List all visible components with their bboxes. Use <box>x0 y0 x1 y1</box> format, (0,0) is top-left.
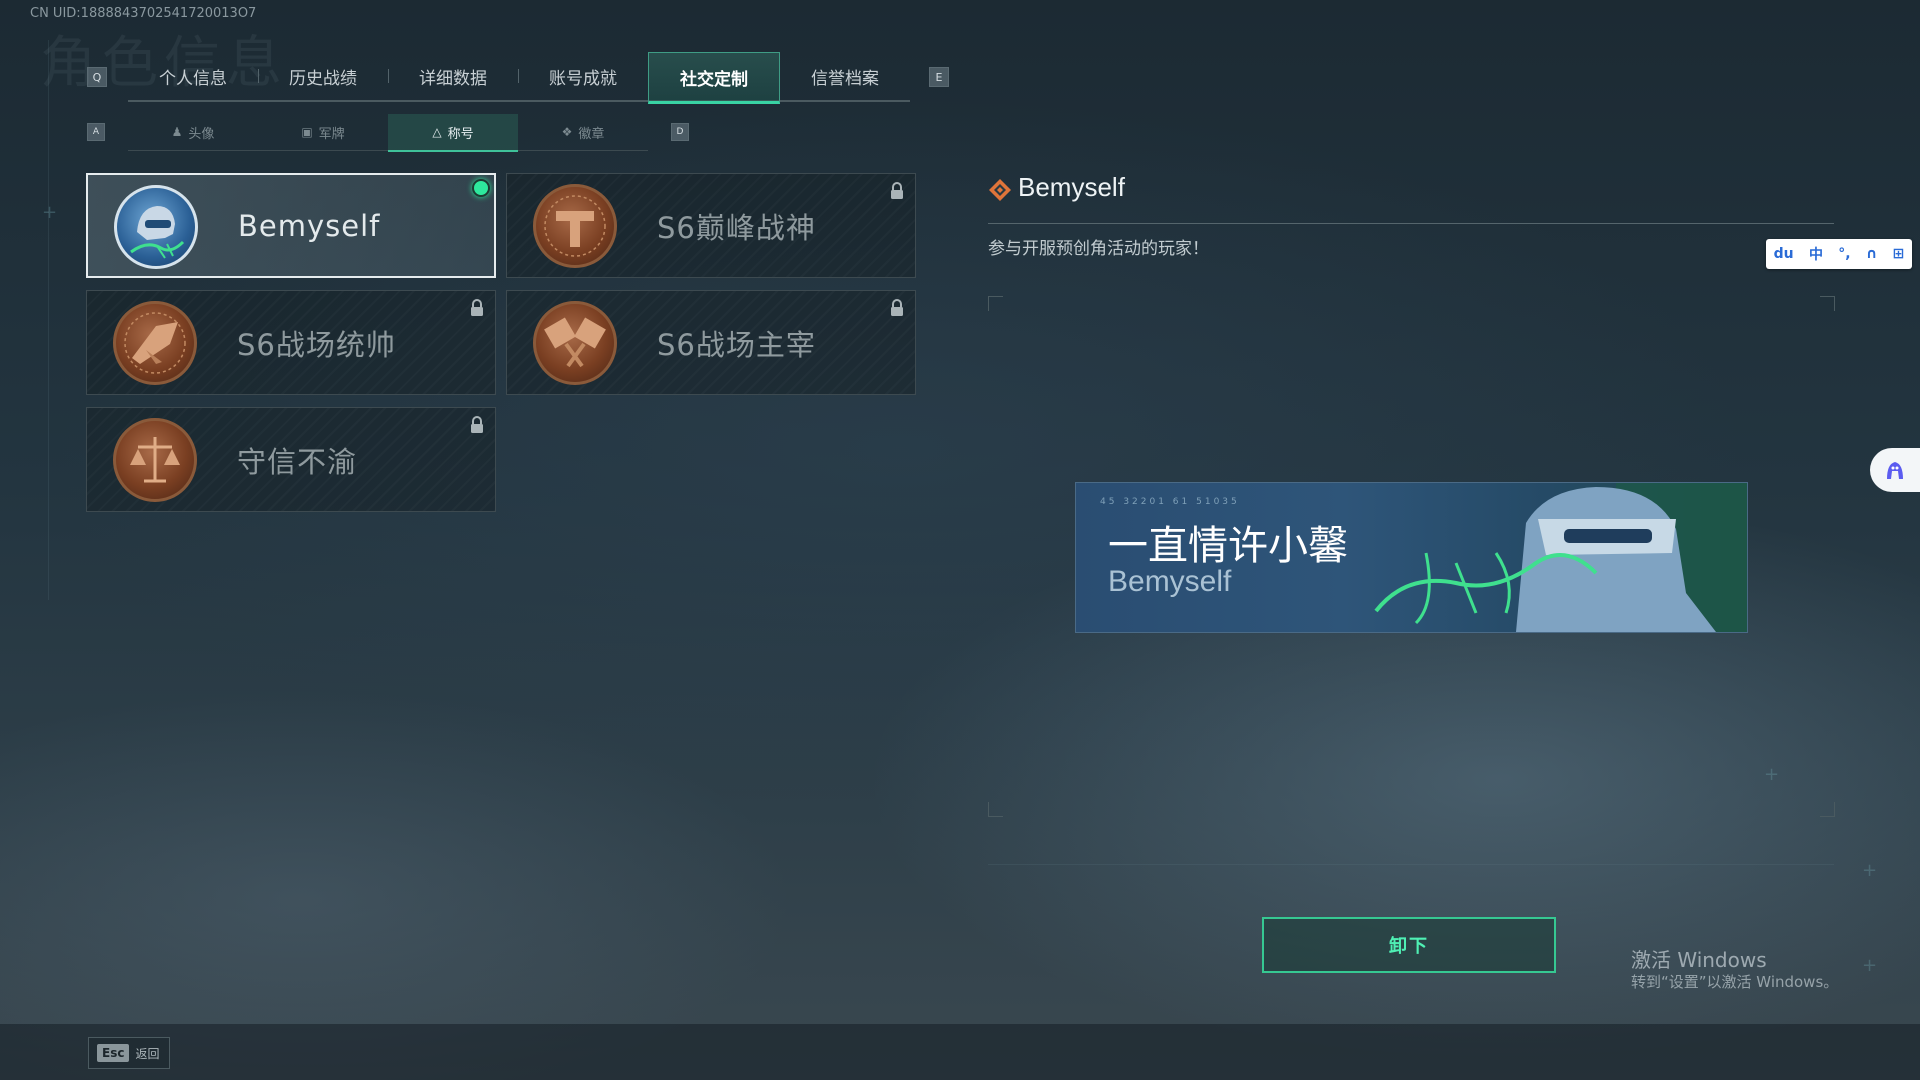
decor-plus: + <box>1862 860 1878 881</box>
assistant-icon <box>1887 462 1903 479</box>
title-banner-preview: 45 32201 61 51035 一直情许小馨 Bemyself <box>1075 482 1748 633</box>
lock-icon <box>471 416 483 433</box>
detail-description: 参与开服预创角活动的玩家！ <box>988 239 1209 259</box>
ime-logo-icon[interactable]: du <box>1774 246 1794 262</box>
tab-social-customization[interactable]: 社交定制 <box>648 52 780 104</box>
lock-icon <box>891 299 903 316</box>
title-card-keep-faith[interactable]: 守信不渝 <box>86 407 496 512</box>
subtab-label: 军牌 <box>318 126 345 142</box>
person-icon: ♟ <box>171 125 183 139</box>
esc-key: Esc <box>97 1044 130 1062</box>
ime-skin-icon[interactable]: ∩ <box>1866 246 1877 262</box>
subtab-label: 称号 <box>447 126 474 142</box>
frame-corner <box>988 296 1003 311</box>
bronze-hammers-emblem-icon <box>533 301 617 385</box>
frame-corner <box>1820 296 1835 311</box>
title-card-s6-commander[interactable]: S6战场统帅 <box>86 290 496 395</box>
next-tab-key[interactable]: E <box>929 67 949 87</box>
title-name: 守信不渝 <box>237 444 358 479</box>
decor-plus: + <box>1862 955 1878 976</box>
assistant-floating-button[interactable] <box>1870 448 1920 492</box>
back-label: 返回 <box>135 1046 160 1061</box>
title-card-bemyself[interactable]: Bemyself <box>86 173 496 278</box>
ime-punctuation-toggle[interactable]: °, <box>1838 246 1850 262</box>
frame-corner <box>988 802 1003 817</box>
equipped-indicator <box>472 179 490 197</box>
next-subtab-key[interactable]: D <box>671 123 689 141</box>
triangle-emblem-icon: △ <box>432 125 442 139</box>
title-card-s6-dominator[interactable]: S6战场主宰 <box>506 290 916 395</box>
lock-icon <box>891 182 903 199</box>
bottom-bar <box>0 1024 1920 1080</box>
detail-title: Bemyself <box>1018 172 1125 202</box>
subtab-dogtag[interactable]: ▣ 军牌 <box>258 114 388 150</box>
tab-achievements[interactable]: 账号成就 <box>518 52 648 100</box>
decor-plus: + <box>1764 764 1780 785</box>
back-button[interactable]: Esc 返回 <box>88 1037 170 1069</box>
badge-icon: ❖ <box>561 125 573 139</box>
tab-personal-info[interactable]: 个人信息 <box>128 52 258 100</box>
subtab-badge[interactable]: ❖ 徽章 <box>518 114 648 150</box>
orange-diamond-icon <box>989 179 1011 201</box>
soldier-signature-emblem-icon <box>114 185 198 269</box>
subtab-label: 徽章 <box>578 126 605 142</box>
tab-match-history[interactable]: 历史战绩 <box>258 52 388 100</box>
bronze-t-emblem-icon <box>533 184 617 268</box>
subtab-label: 头像 <box>188 126 215 142</box>
subtab-avatar[interactable]: ♟ 头像 <box>128 114 258 150</box>
title-name: Bemyself <box>238 208 381 243</box>
ime-menu-icon[interactable]: ⊞ <box>1893 246 1905 262</box>
dogtag-icon: ▣ <box>301 125 313 139</box>
decor-plus: + <box>42 202 58 223</box>
detail-divider <box>988 223 1834 224</box>
main-tabs: 个人信息 历史战绩 详细数据 账号成就 社交定制 信誉档案 <box>128 52 910 104</box>
banner-soldier-art <box>1374 483 1747 632</box>
decor-line <box>988 864 1834 865</box>
sub-tabs: ♟ 头像 ▣ 军牌 △ 称号 ❖ 徽章 <box>128 114 648 152</box>
ime-toolbar: du 中 °, ∩ ⊞ <box>1766 239 1912 269</box>
prev-subtab-key[interactable]: A <box>87 123 105 141</box>
ime-chinese-toggle[interactable]: 中 <box>1809 244 1823 264</box>
bronze-jet-emblem-icon <box>113 301 197 385</box>
title-name: S6战场主宰 <box>657 327 816 362</box>
bronze-scales-emblem-icon <box>113 418 197 502</box>
windows-activation-title: 激活 Windows <box>1631 948 1767 972</box>
tab-detailed-stats[interactable]: 详细数据 <box>388 52 518 100</box>
lock-icon <box>471 299 483 316</box>
prev-tab-key[interactable]: Q <box>87 67 107 87</box>
unequip-button[interactable]: 卸下 <box>1262 917 1556 973</box>
subtab-title[interactable]: △ 称号 <box>388 114 518 152</box>
tab-credit-record[interactable]: 信誉档案 <box>780 52 910 100</box>
frame-corner <box>1820 802 1835 817</box>
title-name: S6战场统帅 <box>237 327 396 362</box>
windows-activation-hint: 转到“设置”以激活 Windows。 <box>1631 973 1839 991</box>
decor-line <box>48 40 49 600</box>
title-card-s6-peak[interactable]: S6巅峰战神 <box>506 173 916 278</box>
title-name: S6巅峰战神 <box>657 210 816 245</box>
